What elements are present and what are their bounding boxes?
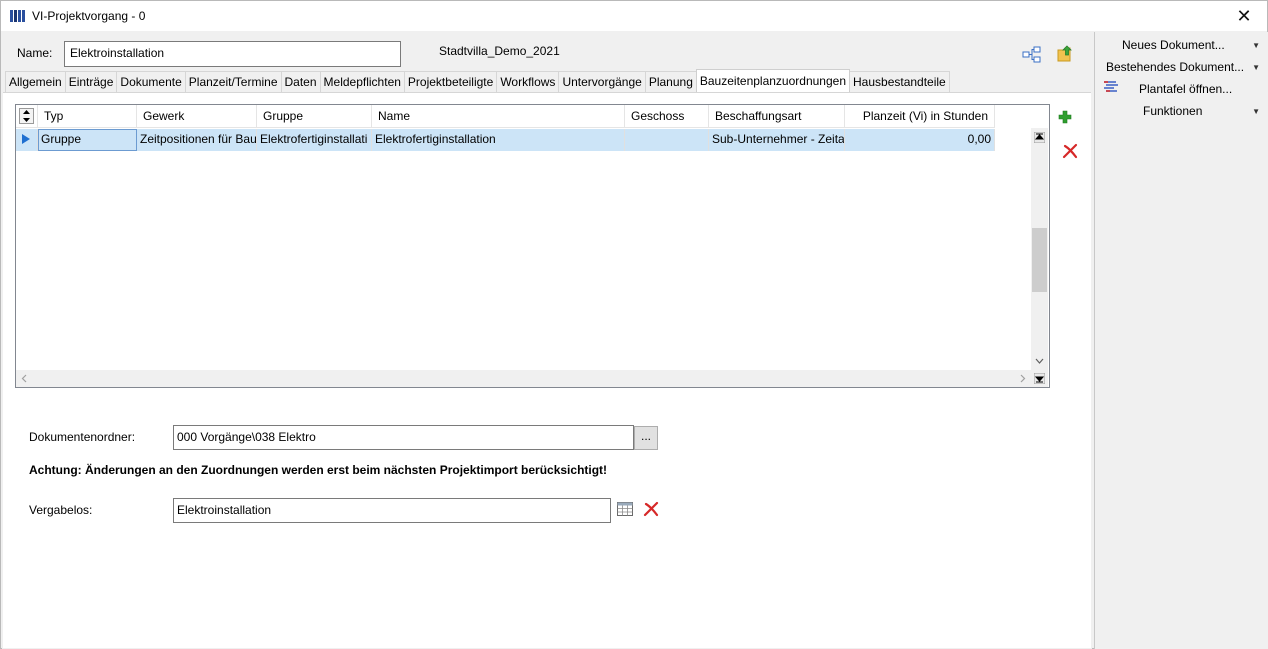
tab-dokumente[interactable]: Dokumente: [116, 71, 186, 92]
menu-functions[interactable]: Funktionen ▼: [1143, 104, 1268, 124]
project-name: Stadtvilla_Demo_2021: [439, 44, 560, 58]
name-label: Name:: [17, 46, 53, 60]
docfolder-label: Dokumentenordner:: [29, 430, 136, 444]
chevron-down-icon: ▼: [1252, 107, 1260, 116]
cell-planzeit[interactable]: 0,00: [845, 129, 995, 151]
scroll-down-icon[interactable]: [1035, 358, 1044, 365]
vertical-scroll-thumb[interactable]: [1032, 228, 1047, 292]
tab-planzeit-termine[interactable]: Planzeit/Termine: [184, 71, 282, 92]
cell-name[interactable]: Elektrofertiginstallation: [372, 129, 625, 151]
tab-bauzeitenplanzuordnungen[interactable]: Bauzeitenplanzuordnungen: [695, 69, 850, 92]
chevron-down-icon: ▼: [1252, 63, 1260, 72]
col-header-gewerk[interactable]: Gewerk: [137, 105, 257, 128]
sort-updown-icon: [19, 108, 34, 124]
col-header-typ[interactable]: Typ: [38, 105, 137, 128]
tab-planung[interactable]: Planung: [644, 71, 697, 92]
window: VI-Projektvorgang - 0 ✕ Name: Elektroins…: [0, 0, 1268, 649]
scroll-left-icon[interactable]: [21, 374, 28, 383]
name-input[interactable]: Elektroinstallation: [64, 41, 401, 67]
scroll-corner[interactable]: [1031, 370, 1048, 387]
structure-icon[interactable]: [1022, 46, 1042, 64]
title-bar: VI-Projektvorgang - 0 ✕: [1, 1, 1267, 31]
tab-workflows[interactable]: Workflows: [496, 71, 560, 92]
tab-strip: Allgemein Einträge Dokumente Planzeit/Te…: [5, 69, 950, 92]
scroll-top-icon[interactable]: [1034, 132, 1045, 143]
main-content: Name: Elektroinstallation Stadtvilla_Dem…: [2, 32, 1092, 649]
tab-untervorgaenge[interactable]: Untervorgänge: [558, 71, 646, 92]
tab-page-bauzeitenplanzuordnungen: Typ Gewerk Gruppe Name Geschoss Beschaff…: [3, 92, 1091, 648]
add-row-icon[interactable]: [1058, 110, 1072, 124]
chevron-down-icon: ▼: [1252, 41, 1260, 50]
scroll-bottom-icon[interactable]: [1034, 373, 1045, 384]
tab-meldepflichten[interactable]: Meldepflichten: [319, 71, 405, 92]
row-indicator-icon: [16, 129, 38, 151]
folder-export-icon[interactable]: [1056, 44, 1076, 64]
vergabelos-label: Vergabelos:: [29, 503, 93, 517]
menu-open-plantafel[interactable]: Plantafel öffnen...: [1139, 82, 1268, 102]
docfolder-input[interactable]: 000 Vorgänge\038 Elektro: [173, 425, 634, 450]
scroll-right-icon[interactable]: [1019, 374, 1026, 383]
menu-new-document[interactable]: Neues Dokument... ▼: [1122, 38, 1268, 58]
cell-gruppe[interactable]: Elektrofertiginstallati: [257, 129, 372, 151]
cell-beschaffungsart[interactable]: Sub-Unternehmer - Zeita: [709, 129, 845, 151]
col-header-planzeit[interactable]: Planzeit (Vi) in Stunden: [845, 105, 995, 128]
cell-geschoss[interactable]: [625, 129, 709, 151]
menu-open-plantafel-label: Plantafel öffnen...: [1139, 82, 1233, 96]
tab-projektbeteiligte[interactable]: Projektbeteiligte: [403, 71, 498, 92]
vergabelos-input[interactable]: Elektroinstallation: [173, 498, 611, 523]
clear-vergabelos-icon[interactable]: [643, 501, 659, 517]
tab-allgemein[interactable]: Allgemein: [5, 71, 66, 92]
cell-gewerk[interactable]: Zeitpositionen für Bau: [137, 129, 257, 151]
menu-existing-document-label: Bestehendes Dokument...: [1106, 60, 1245, 74]
close-button[interactable]: ✕: [1221, 1, 1267, 31]
app-icon: [10, 10, 26, 22]
grid-header: Typ Gewerk Gruppe Name Geschoss Beschaff…: [16, 105, 995, 128]
cell-typ[interactable]: Gruppe: [38, 129, 137, 151]
window-title: VI-Projektvorgang - 0: [32, 9, 146, 23]
table-select-icon[interactable]: [617, 502, 633, 516]
menu-functions-label: Funktionen: [1143, 104, 1203, 118]
col-header-gruppe[interactable]: Gruppe: [257, 105, 372, 128]
warning-text: Achtung: Änderungen an den Zuordnungen w…: [29, 463, 608, 477]
delete-row-icon[interactable]: [1062, 143, 1078, 159]
menu-new-document-label: Neues Dokument...: [1122, 38, 1225, 52]
table-row[interactable]: Gruppe Zeitpositionen für Bau Elektrofer…: [16, 129, 995, 151]
assignment-grid[interactable]: Typ Gewerk Gruppe Name Geschoss Beschaff…: [15, 104, 1050, 388]
tab-hausbestandteile[interactable]: Hausbestandteile: [849, 71, 950, 92]
menu-existing-document[interactable]: Bestehendes Dokument... ▼: [1106, 60, 1268, 80]
col-header-geschoss[interactable]: Geschoss: [625, 105, 709, 128]
browse-button[interactable]: ...: [634, 426, 658, 450]
vertical-scrollbar[interactable]: [1031, 128, 1048, 371]
col-header-name[interactable]: Name: [372, 105, 625, 128]
horizontal-scrollbar[interactable]: [16, 370, 1031, 387]
col-header-beschaffungsart[interactable]: Beschaffungsart: [709, 105, 845, 128]
grid-corner[interactable]: [16, 105, 38, 128]
plantafel-icon: [1104, 81, 1118, 92]
side-panel: Neues Dokument... ▼ Bestehendes Dokument…: [1094, 32, 1268, 649]
tab-eintraege[interactable]: Einträge: [64, 71, 118, 92]
tab-daten[interactable]: Daten: [280, 71, 321, 92]
